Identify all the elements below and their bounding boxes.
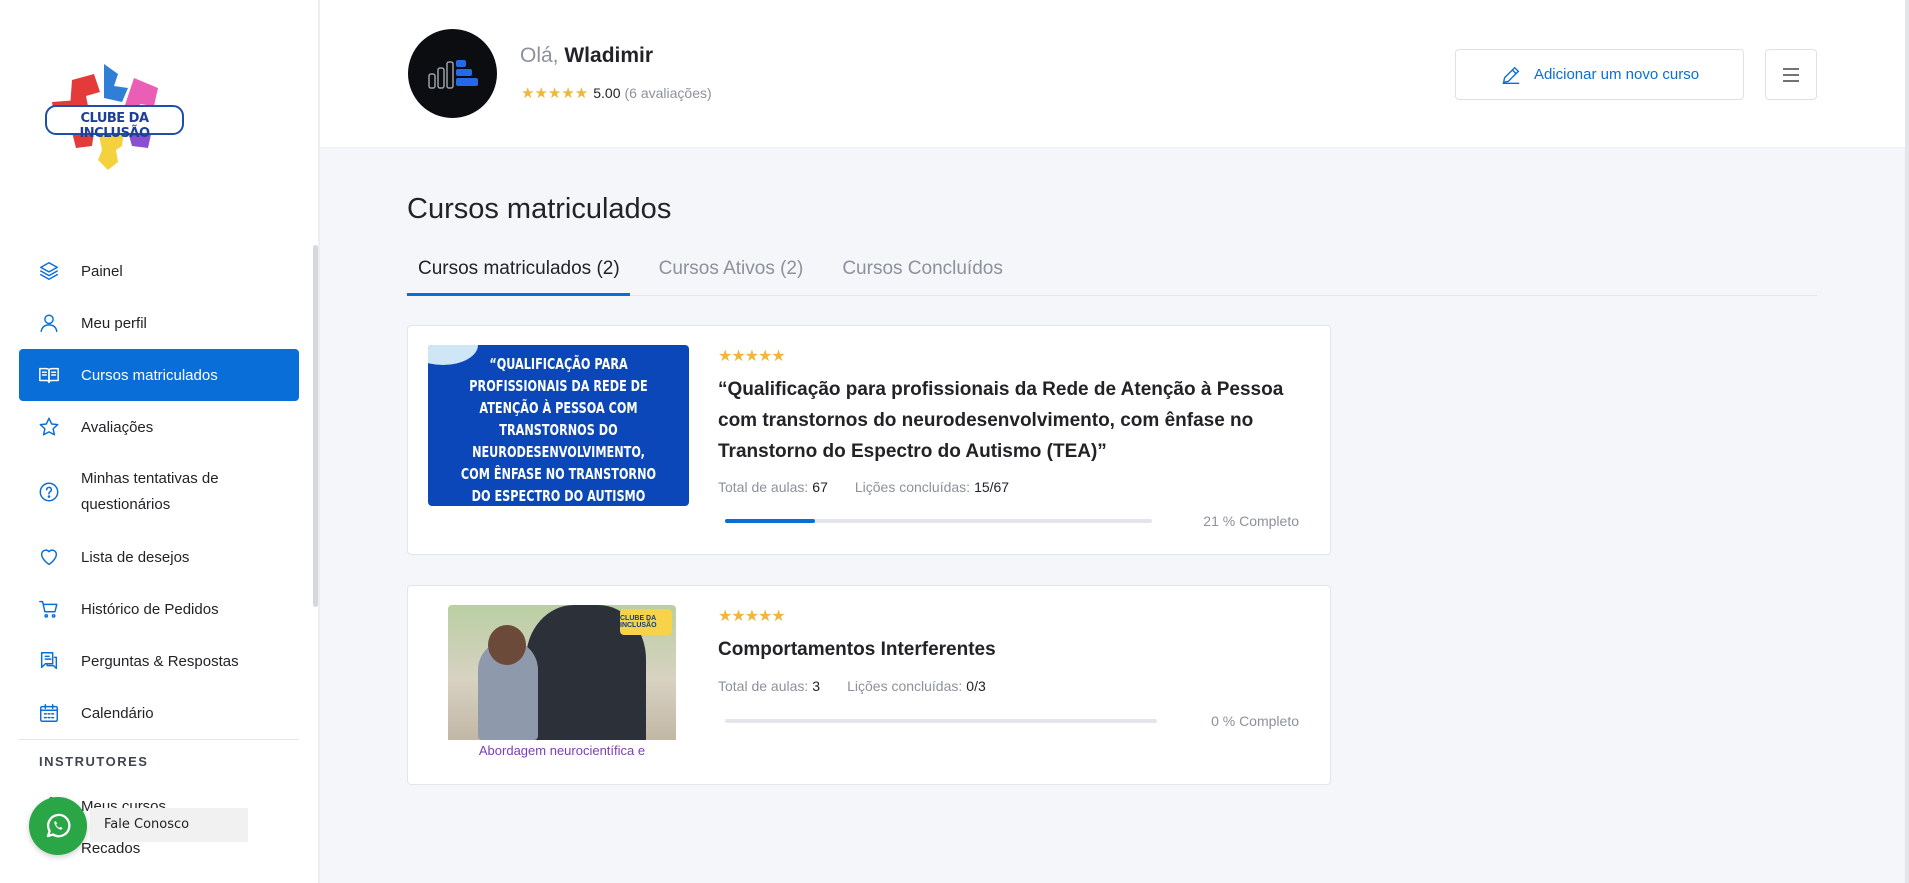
course-meta: Total de aulas: 67 Lições concluídas: 15… — [718, 479, 1036, 495]
rating-count: (6 avaliações) — [624, 85, 712, 101]
greeting: Olá, Wladimir — [520, 44, 653, 68]
site-logo[interactable]: CLUBE DA INCLUSÃO — [42, 58, 187, 173]
sidebar-item-label: Perguntas & Respostas — [81, 652, 239, 670]
completed-lessons-label: Lições concluídas: — [847, 678, 963, 694]
total-lessons-value: 3 — [812, 678, 821, 694]
page-title: Cursos matriculados — [407, 193, 672, 225]
page-scrollbar-track[interactable] — [1905, 0, 1909, 883]
sidebar-item-calendario[interactable]: Calendário — [19, 687, 299, 739]
user-icon — [38, 312, 60, 334]
sidebar-item-label: Calendário — [81, 704, 154, 722]
course-meta: Total de aulas: 3 Lições concluídas: 0/3 — [718, 678, 1013, 694]
completed-lessons-value: 15/67 — [974, 479, 1010, 495]
bar-chart-logo-icon — [427, 59, 478, 89]
sidebar-item-meu-perfil[interactable]: Meu perfil — [19, 297, 299, 349]
sidebar-item-label: Avaliações — [81, 418, 154, 436]
user-name: Wladimir — [564, 44, 654, 67]
whatsapp-icon — [46, 813, 71, 838]
rating-value: 5.00 — [593, 85, 621, 101]
whatsapp-label[interactable]: Fale Conosco — [90, 808, 248, 842]
progress-percent: 21 % Completo — [1203, 513, 1299, 529]
progress-bar — [725, 719, 1157, 723]
rating-stars: ★★★★★ — [521, 85, 589, 102]
course-rating-stars: ★★★★★ — [718, 608, 786, 625]
sidebar-item-perguntas-respostas[interactable]: Perguntas & Respostas — [19, 635, 299, 687]
avatar[interactable] — [408, 29, 497, 118]
sidebar-item-label: Painel — [81, 262, 123, 280]
progress-percent: 0 % Completo — [1211, 713, 1299, 729]
progress-fill — [725, 519, 815, 523]
thumbnail-caption: Abordagem neurocientífica e — [478, 743, 646, 758]
course-thumbnail[interactable]: “QUALIFICAÇÃO PARA PROFISSIONAIS DA REDE… — [428, 345, 689, 506]
add-course-button[interactable]: Adicionar um novo curso — [1455, 49, 1744, 100]
sidebar-item-cursos-matriculados[interactable]: Cursos matriculados — [19, 349, 299, 401]
star-icon — [38, 416, 60, 438]
sidebar-item-label: Histórico de Pedidos — [81, 600, 219, 618]
book-open-icon — [38, 364, 60, 386]
sidebar-item-label: Minhas tentativas de questionários — [81, 470, 219, 513]
tab-cursos-concluidos[interactable]: Cursos Concluídos — [831, 254, 1013, 296]
thumbnail-text: “QUALIFICAÇÃO PARA PROFISSIONAIS DA REDE… — [460, 355, 657, 505]
sidebar-item-tentativas[interactable]: Minhas tentativas de questionários — [19, 453, 299, 531]
sidebar-nav: Painel Meu perfil Cursos matriculados Av… — [19, 245, 299, 857]
thumbnail-logo: CLUBE DA INCLUSÃO — [620, 609, 672, 635]
sidebar-item-painel[interactable]: Painel — [19, 245, 299, 297]
sidebar-item-lista-desejos[interactable]: Lista de desejos — [19, 531, 299, 583]
hamburger-menu-button[interactable] — [1765, 49, 1817, 100]
qa-icon — [38, 650, 60, 672]
course-rating-stars: ★★★★★ — [718, 348, 786, 365]
total-lessons-label: Total de aulas: — [718, 678, 809, 694]
tab-cursos-matriculados[interactable]: Cursos matriculados (2) — [407, 254, 630, 296]
sidebar: CLUBE DA INCLUSÃO Painel Meu perfil Curs… — [0, 0, 320, 883]
sidebar-item-label: Recados — [81, 840, 141, 857]
cart-icon — [38, 598, 60, 620]
course-card[interactable]: “QUALIFICAÇÃO PARA PROFISSIONAIS DA REDE… — [407, 325, 1331, 555]
add-course-label: Adicionar um novo curso — [1533, 66, 1700, 83]
sidebar-item-label: Cursos matriculados — [81, 366, 218, 384]
total-lessons-label: Total de aulas: — [718, 479, 809, 495]
pencil-icon — [1502, 66, 1520, 84]
sidebar-item-label: Meu perfil — [81, 314, 147, 332]
hamburger-icon — [1783, 67, 1799, 82]
sidebar-section-heading: INSTRUTORES — [39, 754, 149, 769]
progress-bar — [725, 519, 1152, 523]
completed-lessons-value: 0/3 — [966, 678, 986, 694]
layers-icon — [38, 260, 60, 282]
total-lessons-value: 67 — [812, 479, 828, 495]
thumbnail-child-head — [488, 625, 526, 665]
sidebar-item-historico-pedidos[interactable]: Histórico de Pedidos — [19, 583, 299, 635]
heart-icon — [38, 546, 60, 568]
tab-cursos-ativos[interactable]: Cursos Ativos (2) — [648, 254, 814, 296]
course-tabs: Cursos matriculados (2) Cursos Ativos (2… — [407, 254, 1817, 296]
logo-text: CLUBE DA INCLUSÃO — [79, 111, 150, 141]
sidebar-item-avaliacoes[interactable]: Avaliações — [19, 401, 299, 453]
calendar-icon — [38, 702, 60, 724]
completed-lessons-label: Lições concluídas: — [854, 479, 971, 495]
whatsapp-button[interactable] — [29, 797, 87, 855]
course-thumbnail[interactable]: CLUBE DA INCLUSÃO Abordagem neurocientíf… — [448, 605, 676, 765]
course-title[interactable]: Comportamentos Interferentes — [718, 634, 1308, 665]
sidebar-item-label: Lista de desejos — [81, 548, 190, 566]
user-rating: ★★★★★ 5.00 (6 avaliações) — [521, 84, 712, 102]
question-circle-icon — [38, 481, 60, 503]
greeting-prefix: Olá, — [520, 44, 559, 67]
course-title[interactable]: “Qualificação para profissionais da Rede… — [718, 374, 1308, 467]
course-card[interactable]: CLUBE DA INCLUSÃO Abordagem neurocientíf… — [407, 585, 1331, 785]
